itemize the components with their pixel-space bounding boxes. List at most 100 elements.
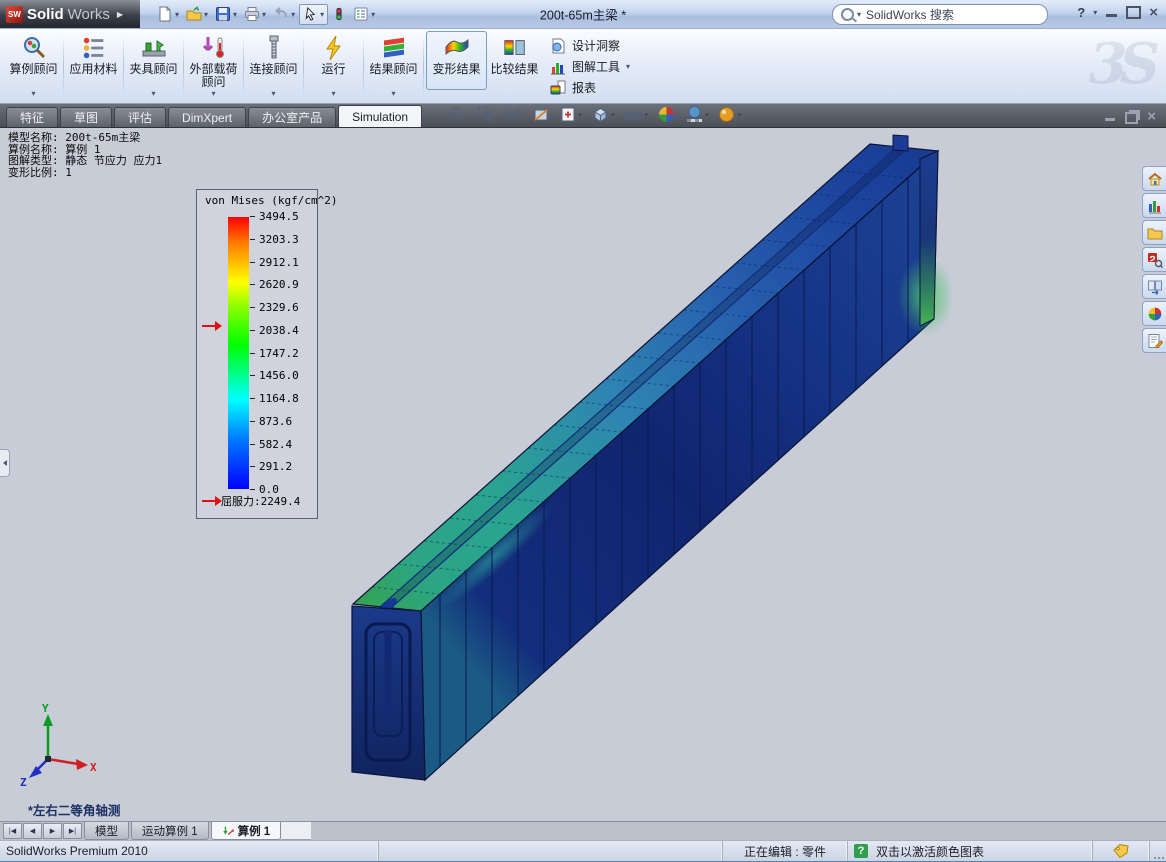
ribbon-separator [303, 35, 304, 99]
tab-study-1[interactable]: 算例 1 [211, 822, 282, 840]
appearance-sphere-icon [657, 105, 676, 124]
view-orientation-button[interactable]: ▾ [560, 106, 582, 124]
undo-button[interactable]: ▾ [270, 4, 298, 24]
render-settings-button[interactable]: ▾ [717, 105, 741, 124]
editing-status: 正在编辑 : 零件 [722, 841, 848, 861]
ribbon-button-design-insight[interactable]: 设计洞察 [550, 37, 630, 54]
zoom-to-fit-button[interactable] [448, 105, 467, 124]
print-button[interactable]: ▾ [241, 4, 269, 24]
tab-simulation[interactable]: Simulation [338, 105, 422, 127]
tags-button[interactable] [1093, 841, 1150, 861]
dropdown-arrow[interactable]: ▾ [331, 89, 335, 98]
tab-solidworks-resources[interactable] [1142, 166, 1166, 191]
new-file-button[interactable]: ▾ [154, 4, 182, 24]
ribbon-button-compare-results[interactable]: 比较结果 [487, 31, 542, 89]
model-3d-beam[interactable]: Y X Z [0, 128, 1166, 821]
tab-model[interactable]: 模型 [84, 822, 129, 840]
dropdown-arrow[interactable]: ▾ [626, 62, 630, 71]
tab-office-products[interactable]: 办公室产品 [248, 107, 336, 127]
ribbon-button-apply-material[interactable]: 应用材料 [66, 31, 121, 89]
legend-tick-label: 2038.4 [259, 324, 299, 337]
ribbon-button-report[interactable]: 报表 [550, 79, 630, 96]
tab-features[interactable]: 特征 [6, 107, 58, 127]
dropdown-arrow[interactable]: ▾ [271, 89, 275, 98]
select-tool-button[interactable]: ▾ [299, 4, 328, 25]
tab-sketch[interactable]: 草图 [60, 107, 112, 127]
last-tab-button[interactable]: ▶| [63, 823, 82, 839]
tab-view-palette[interactable] [1142, 274, 1166, 299]
beam-near-face[interactable] [352, 606, 425, 780]
doc-restore-button[interactable] [1125, 112, 1138, 124]
document-title: 200t-65m主梁 * [540, 5, 626, 24]
ribbon-button-fixtures-advisor[interactable]: 夹具顾问 ▾ [126, 31, 181, 98]
design-library-icon [1147, 198, 1163, 214]
hide-show-items-button[interactable]: ▾ [623, 105, 648, 124]
first-tab-button[interactable]: |◀ [3, 823, 22, 839]
ribbon-button-deformed-result[interactable]: 变形结果 [426, 31, 487, 90]
search-dropdown-arrow[interactable]: ▾ [857, 10, 861, 19]
open-folder-icon [186, 6, 202, 22]
menu-expand-arrow[interactable]: ▶ [117, 10, 123, 19]
doc-close-button[interactable]: × [1147, 111, 1156, 123]
new-file-icon [157, 6, 173, 22]
help-dropdown-arrow[interactable]: ▾ [1093, 8, 1097, 17]
previous-tab-button[interactable]: ◀ [23, 823, 42, 839]
tab-evaluate[interactable]: 评估 [114, 107, 166, 127]
compare-results-icon [502, 33, 528, 63]
zoom-to-area-button[interactable] [476, 105, 495, 124]
rebuild-button[interactable] [329, 4, 349, 24]
dropdown-arrow[interactable]: ▾ [211, 89, 215, 98]
maximize-button[interactable] [1126, 6, 1141, 19]
doc-minimize-button[interactable] [1104, 112, 1116, 122]
dassault-watermark-logo: 3S [1089, 31, 1152, 97]
search-box[interactable]: ▾ [832, 4, 1048, 25]
beam-side-face[interactable] [421, 151, 954, 780]
tab-custom-properties[interactable] [1142, 328, 1166, 353]
ribbon-button-external-loads-advisor[interactable]: 外部载荷顾问 ▾ [186, 31, 241, 98]
dropdown-arrow[interactable]: ▾ [391, 89, 395, 98]
previous-view-button[interactable] [504, 105, 523, 124]
quick-tip-icon[interactable]: ? [854, 844, 868, 858]
legend-tick-label: 291.2 [259, 460, 292, 473]
apply-material-icon [81, 33, 107, 63]
graphics-area[interactable]: Y X Z 模型名称: 200t-65m主梁 算例名称: 算例 1 图解类型: … [0, 127, 1166, 821]
tab-appearances-scenes[interactable] [1142, 301, 1166, 326]
section-view-button[interactable] [532, 105, 551, 124]
triad-z-label: Z [20, 776, 27, 789]
dropdown-arrow[interactable]: ▾ [151, 89, 155, 98]
panel-splitter-button[interactable] [0, 449, 10, 477]
ribbon-button-run[interactable]: 运行 ▾ [306, 31, 361, 98]
zoom-area-icon [476, 105, 495, 124]
yield-marker-arrow [202, 314, 215, 332]
next-tab-button[interactable]: ▶ [43, 823, 62, 839]
help-button[interactable]: ? [1077, 5, 1085, 20]
dropdown-arrow[interactable]: ▾ [31, 89, 35, 98]
save-button[interactable]: ▾ [212, 4, 240, 24]
app-logo[interactable]: SW SolidWorks ▶ [0, 0, 140, 28]
tab-motion-study-1[interactable]: 运动算例 1 [131, 822, 209, 840]
minimize-button[interactable] [1105, 7, 1118, 18]
hint-text: 双击以激活颜色图表 [876, 843, 984, 860]
search-input[interactable] [864, 7, 1039, 23]
open-file-button[interactable]: ▾ [183, 4, 211, 24]
tab-design-library[interactable] [1142, 193, 1166, 218]
options-button[interactable]: ▾ [350, 4, 378, 24]
appearances-sphere-icon [1147, 306, 1163, 322]
legend-tick-label: 1456.0 [259, 369, 299, 382]
tab-search[interactable] [1142, 247, 1166, 272]
tab-dimxpert[interactable]: DimXpert [168, 107, 246, 127]
resize-grip[interactable] [1150, 841, 1166, 861]
glasses-icon [623, 105, 643, 124]
solidworks-logo-icon: SW [6, 6, 23, 23]
close-button[interactable]: × [1149, 7, 1158, 18]
ribbon-button-study-advisor[interactable]: 算例顾问 ▾ [6, 31, 61, 98]
stress-legend[interactable]: von Mises (kgf/cm^2) 3494.5 3203.3 2912.… [196, 189, 318, 519]
ribbon-button-results-advisor[interactable]: 结果顾问 ▾ [366, 31, 421, 98]
tab-file-explorer[interactable] [1142, 220, 1166, 245]
edit-appearance-button[interactable] [657, 105, 676, 124]
ribbon-button-connections-advisor[interactable]: 连接顾问 ▾ [246, 31, 301, 98]
display-style-button[interactable]: ▾ [591, 105, 615, 124]
apply-scene-button[interactable]: ▾ [685, 105, 709, 124]
ribbon-button-plot-tools[interactable]: 图解工具 ▾ [550, 58, 630, 75]
custom-properties-icon [1147, 333, 1163, 349]
